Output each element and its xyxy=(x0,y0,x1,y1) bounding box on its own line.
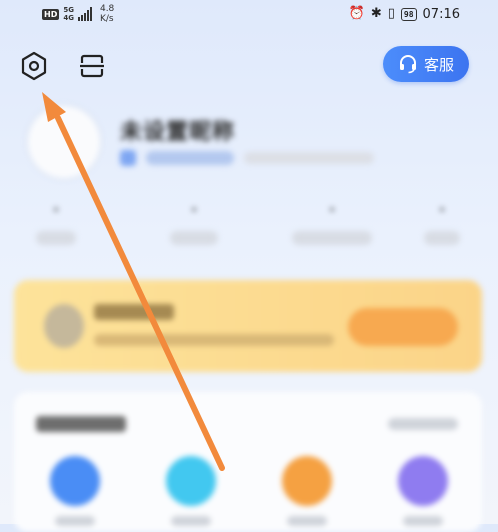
avatar[interactable] xyxy=(28,106,100,178)
network-indicator: 5G 4G xyxy=(63,6,74,22)
member-badge-icon xyxy=(120,150,136,166)
profile-hint xyxy=(244,152,374,164)
orders-card xyxy=(14,392,482,532)
alarm-icon: ⏰ xyxy=(348,6,365,21)
order-status-icon[interactable] xyxy=(398,456,448,506)
network-subtype: 4G xyxy=(63,14,74,22)
scan-button[interactable] xyxy=(76,50,108,82)
nickname[interactable]: 未设置昵称 xyxy=(120,114,235,146)
status-bar: HD 5G 4G 4.8 K/s ⏰ ✱ ▯ 98 07:16 xyxy=(0,0,498,30)
stat-item[interactable]: · xyxy=(424,200,460,245)
speed-value: 4.8 xyxy=(99,4,115,14)
vibrate-icon: ▯ xyxy=(387,6,395,21)
signal-icon xyxy=(77,7,92,21)
vip-card[interactable] xyxy=(14,280,482,372)
network-speed: 4.8 K/s xyxy=(100,4,114,24)
hexagon-settings-icon xyxy=(21,51,47,81)
stats-row: · · · · xyxy=(0,200,498,270)
stat-value: · xyxy=(190,200,198,219)
order-status-icon[interactable] xyxy=(50,456,100,506)
hd-badge: HD xyxy=(42,8,60,20)
stat-item[interactable]: · xyxy=(292,200,372,245)
status-left: HD 5G 4G 4.8 K/s xyxy=(42,4,114,24)
member-tag xyxy=(146,151,234,165)
profile-subinfo xyxy=(120,150,374,166)
stat-item[interactable]: · xyxy=(170,200,218,245)
vip-title xyxy=(94,304,174,320)
stat-label xyxy=(170,231,218,245)
stat-value: · xyxy=(438,200,446,219)
status-right: ⏰ ✱ ▯ 98 07:16 xyxy=(349,6,460,22)
orders-title xyxy=(36,416,126,432)
vip-open-button[interactable] xyxy=(348,308,458,346)
stat-value: · xyxy=(328,200,336,219)
order-status-label xyxy=(403,516,443,526)
headset-icon xyxy=(399,55,416,74)
order-status-label xyxy=(55,516,95,526)
order-status-icon[interactable] xyxy=(166,456,216,506)
settings-button[interactable] xyxy=(18,50,50,82)
stat-item[interactable]: · xyxy=(36,200,76,245)
customer-service-label: 客服 xyxy=(423,55,454,74)
customer-service-button[interactable]: 客服 xyxy=(383,46,469,82)
stat-label xyxy=(424,231,460,245)
order-status-label xyxy=(287,516,327,526)
orders-more-link[interactable] xyxy=(388,418,458,430)
battery-icon: 98 xyxy=(400,7,417,21)
stat-label xyxy=(292,231,372,245)
network-type: 5G xyxy=(63,6,74,14)
order-status-label xyxy=(171,516,211,526)
stat-label xyxy=(36,231,76,245)
order-status-icon[interactable] xyxy=(282,456,332,506)
speed-unit: K/s xyxy=(99,14,114,24)
vip-icon xyxy=(44,304,84,348)
bluetooth-icon: ✱ xyxy=(370,6,382,21)
scan-icon xyxy=(80,54,104,78)
vip-description xyxy=(94,334,334,346)
stat-value: · xyxy=(52,200,60,219)
clock: 07:16 xyxy=(422,6,460,22)
